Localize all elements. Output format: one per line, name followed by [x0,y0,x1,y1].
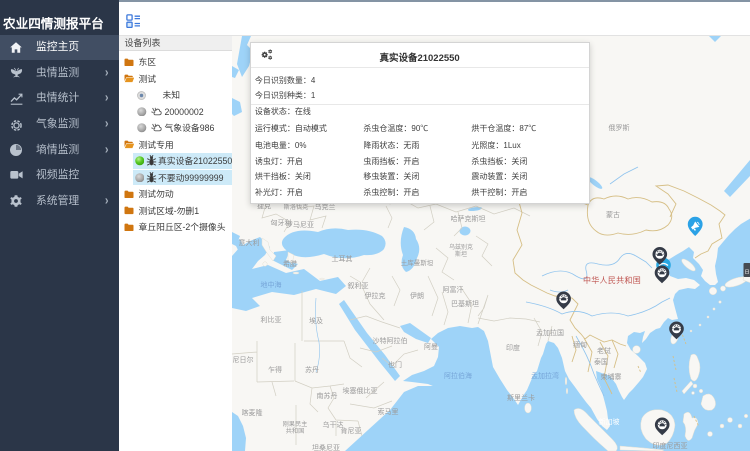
svg-text:柬埔寨: 柬埔寨 [600,372,621,381]
svg-text:伊朗: 伊朗 [410,291,424,300]
svg-text:中华人民共和国: 中华人民共和国 [583,275,641,285]
svg-text:阿曼: 阿曼 [424,342,438,351]
svg-text:利比亚: 利比亚 [260,315,281,324]
svg-text:索马里: 索马里 [377,407,398,416]
svg-text:哈萨克斯坦: 哈萨克斯坦 [450,214,485,223]
svg-text:尼日尔: 尼日尔 [232,355,253,364]
svg-text:埃塞俄比亚: 埃塞俄比亚 [342,386,377,395]
svg-text:新加坡: 新加坡 [598,417,619,426]
svg-text:苏丹: 苏丹 [305,365,319,374]
svg-text:泰国: 泰国 [594,357,608,366]
svg-text:斯坦: 斯坦 [455,250,467,258]
svg-text:俄罗斯: 俄罗斯 [608,123,629,132]
svg-text:刚果民主: 刚果民主 [282,420,307,428]
svg-text:乌干达: 乌干达 [322,420,343,429]
svg-text:意大利: 意大利 [238,238,259,247]
svg-text:共和国: 共和国 [286,427,305,435]
svg-text:斯里兰卡: 斯里兰卡 [507,393,535,402]
svg-text:土耳其: 土耳其 [331,254,352,263]
svg-text:也门: 也门 [388,360,402,369]
svg-text:叙利亚: 叙利亚 [347,281,368,290]
svg-text:喀麦隆: 喀麦隆 [241,408,262,417]
svg-text:乍得: 乍得 [268,365,282,374]
svg-text:伊拉克: 伊拉克 [364,291,385,300]
svg-text:老挝: 老挝 [597,346,611,355]
svg-text:乌兹别克: 乌兹别克 [449,243,473,251]
svg-text:蒙古: 蒙古 [606,210,620,219]
svg-text:罗马尼亚: 罗马尼亚 [286,221,314,229]
svg-text:希腊: 希腊 [283,259,297,268]
svg-text:土库曼斯坦: 土库曼斯坦 [401,258,434,267]
svg-text:阿拉伯海: 阿拉伯海 [444,371,472,380]
svg-text:缅甸: 缅甸 [573,340,587,349]
svg-text:日: 日 [744,270,749,276]
svg-text:印度: 印度 [506,343,520,352]
svg-text:孟加拉国: 孟加拉国 [536,328,564,337]
svg-text:坦桑尼亚: 坦桑尼亚 [312,443,340,451]
svg-text:南苏丹: 南苏丹 [316,391,337,400]
svg-text:阿富汗: 阿富汗 [442,285,463,294]
svg-text:斯洛伐克: 斯洛伐克 [283,203,308,211]
svg-text:地中海: 地中海 [260,280,281,289]
svg-text:肯尼亚: 肯尼亚 [340,426,361,435]
svg-text:巴基斯坦: 巴基斯坦 [451,299,479,308]
svg-text:埃及: 埃及 [309,316,323,325]
svg-text:沙特阿拉伯: 沙特阿拉伯 [372,336,407,345]
svg-text:孟加拉湾: 孟加拉湾 [531,371,559,380]
svg-text:印度尼西亚: 印度尼西亚 [652,441,687,450]
